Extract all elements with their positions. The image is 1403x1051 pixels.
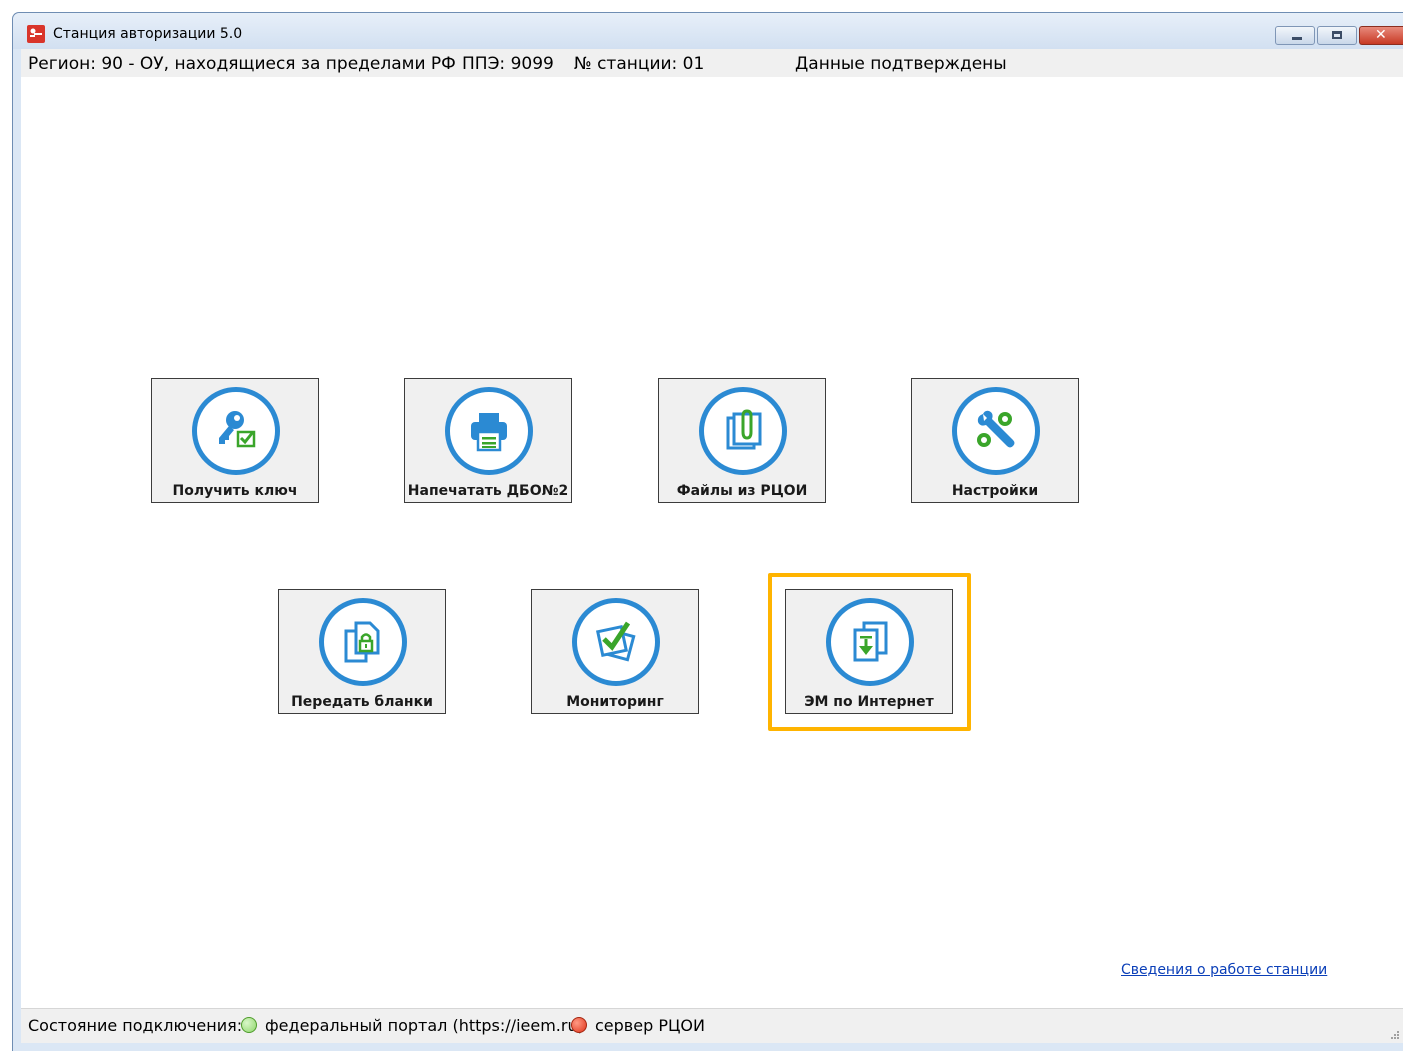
printer-icon [445,387,533,475]
status-bar: Состояние подключения: федеральный порта… [21,1008,1403,1043]
close-button[interactable] [1359,26,1403,45]
selected-tile-highlight [768,573,971,731]
title-bar: Станция авторизации 5.0 [13,13,1403,49]
info-bar: Регион: 90 - ОУ, находящиеся за пределам… [21,49,1403,77]
settings-button[interactable]: Настройки [911,378,1079,503]
send-forms-button[interactable]: Передать бланки [278,589,446,714]
window-controls [1275,26,1403,46]
connection-status-label: Состояние подключения: [28,1016,243,1035]
key-check-icon [192,387,280,475]
federal-portal-status-icon [241,1017,257,1033]
lock-documents-icon [319,598,407,686]
get-key-button[interactable]: Получить ключ [151,378,319,503]
federal-portal-status-text: федеральный портал (https://ieem.ru) [265,1016,584,1035]
window-title: Станция авторизации 5.0 [53,26,243,42]
rcoi-server-status-icon [571,1017,587,1033]
monitoring-button[interactable]: Мониторинг [531,589,699,714]
client-area: Регион: 90 - ОУ, находящиеся за пределам… [21,49,1403,1043]
region-text: Регион: 90 - ОУ, находящиеся за пределам… [28,54,456,74]
wrench-gears-icon [952,387,1040,475]
station-number-text: № станции: 01 [574,54,705,74]
ppe-text: ППЭ: 9099 [462,54,554,74]
app-logo-icon [27,25,45,43]
data-status-text: Данные подтверждены [795,54,1007,74]
send-forms-label: Передать бланки [291,694,433,710]
minimize-button[interactable] [1275,26,1315,45]
checklist-icon [572,598,660,686]
resize-grip-icon[interactable] [1389,1029,1399,1039]
print-dbo2-button[interactable]: Напечатать ДБО№2 [404,378,572,503]
maximize-button[interactable] [1317,26,1357,45]
get-key-label: Получить ключ [172,483,298,499]
rcoi-files-label: Файлы из РЦОИ [676,483,808,499]
print-dbo2-label: Напечатать ДБО№2 [407,483,569,499]
app-window: Станция авторизации 5.0 Регион: 90 - ОУ,… [12,12,1403,1051]
monitoring-label: Мониторинг [566,694,664,710]
station-info-link[interactable]: Сведения о работе станции [1121,962,1327,978]
paperclip-files-icon [699,387,787,475]
rcoi-server-status-text: сервер РЦОИ [595,1016,705,1035]
rcoi-files-button[interactable]: Файлы из РЦОИ [658,378,826,503]
settings-label: Настройки [951,483,1039,499]
